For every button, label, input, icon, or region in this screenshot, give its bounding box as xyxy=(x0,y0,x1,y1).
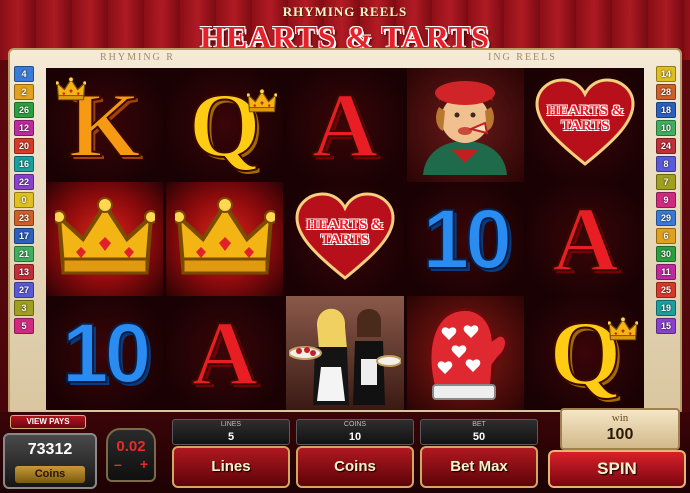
symbol-ten-number: 10 xyxy=(61,306,152,400)
coins-meter: COINS 10 xyxy=(296,419,414,445)
frame-banner-left: RHYMING R xyxy=(100,52,175,63)
coins-balance: 73312 Coins xyxy=(3,433,97,489)
bet-max-button[interactable]: Bet Max xyxy=(420,446,538,488)
coins-meter-value: 10 xyxy=(348,431,362,443)
reel-1-row-1-symbol-K: K xyxy=(46,68,164,182)
reel-1-row-3-symbol-10: 10 xyxy=(46,296,164,410)
coins-balance-value: 73312 xyxy=(27,441,73,458)
reel-3: A HEARTS & TARTS xyxy=(286,68,404,410)
payline-right-9[interactable]: 6 xyxy=(656,228,676,244)
payline-right-14[interactable]: 15 xyxy=(656,318,676,334)
payline-left-13[interactable]: 3 xyxy=(14,300,34,316)
payline-right-11[interactable]: 11 xyxy=(656,264,676,280)
reel-4-row-1-symbol-knave xyxy=(406,68,524,182)
payline-left-9[interactable]: 17 xyxy=(14,228,34,244)
reel-5-row-2-symbol-A: A xyxy=(526,182,645,296)
reel-5-row-3-symbol-Q: Q xyxy=(526,296,645,410)
reel-3-row-3-symbol-maids xyxy=(286,296,404,410)
payline-left-8[interactable]: 23 xyxy=(14,210,34,226)
payline-left-14[interactable]: 5 xyxy=(14,318,34,334)
coin-size-decrease-button[interactable]: – xyxy=(114,456,122,472)
payline-indicators-right: 14 28 18 10 24 8 7 9 29 6 30 11 25 19 15 xyxy=(656,66,676,334)
payline-left-4[interactable]: 20 xyxy=(14,138,34,154)
logo-text: HEARTS & TARTS xyxy=(546,103,625,134)
bet-meter-value: 50 xyxy=(472,431,486,443)
coin-size-selector: 0.02 – + xyxy=(106,428,156,482)
payline-right-5[interactable]: 8 xyxy=(656,156,676,172)
frame-banner: RHYMING R ING REELS xyxy=(40,50,650,68)
maids-character-icon xyxy=(288,297,402,410)
payline-right-8[interactable]: 29 xyxy=(656,210,676,226)
view-pays-button[interactable]: VIEW PAYS xyxy=(10,415,86,429)
crown-icon xyxy=(246,88,279,114)
win-value: 100 xyxy=(606,426,634,443)
reel-3-row-1-symbol-A: A xyxy=(286,68,404,182)
lines-button[interactable]: Lines xyxy=(172,446,290,488)
lines-meter-label: LINES xyxy=(220,421,242,428)
bet-meter-label: BET xyxy=(472,421,486,428)
reel-1-row-2-symbol-crown xyxy=(46,182,164,296)
reel-4: 10 xyxy=(406,68,524,410)
reel-4-row-2-symbol-10: 10 xyxy=(406,182,524,296)
coins-balance-label: Coins xyxy=(15,466,85,483)
payline-right-6[interactable]: 7 xyxy=(656,174,676,190)
crown-icon xyxy=(51,196,158,283)
reel-grid: K 10 Q A A HEARTS & TARTS 10 HEARTS & TARTS A Q xyxy=(46,68,645,410)
crown-icon xyxy=(55,76,87,102)
payline-right-12[interactable]: 25 xyxy=(656,282,676,298)
payline-left-0[interactable]: 4 xyxy=(14,66,34,82)
frame-banner-right: ING REELS xyxy=(488,52,557,63)
payline-right-3[interactable]: 10 xyxy=(656,120,676,136)
reel-3-row-2-symbol-logo: HEARTS & TARTS xyxy=(286,182,404,296)
symbol-a-letter: A xyxy=(551,188,619,290)
payline-left-6[interactable]: 22 xyxy=(14,174,34,190)
reel-2-row-2-symbol-crown xyxy=(166,182,284,296)
coin-size-increase-button[interactable]: + xyxy=(140,456,148,472)
payline-left-11[interactable]: 13 xyxy=(14,264,34,280)
symbol-a-letter: A xyxy=(311,74,379,176)
lines-meter-value: 5 xyxy=(227,431,235,443)
reel-4-row-3-symbol-oven-mitt xyxy=(406,296,524,410)
payline-right-0[interactable]: 14 xyxy=(656,66,676,82)
coins-meter-label: COINS xyxy=(343,421,367,428)
coin-size-value: 0.02 xyxy=(116,438,146,455)
payline-left-2[interactable]: 26 xyxy=(14,102,34,118)
knave-character-icon xyxy=(415,71,515,180)
payline-right-10[interactable]: 30 xyxy=(656,246,676,262)
payline-right-1[interactable]: 28 xyxy=(656,84,676,100)
payline-right-2[interactable]: 18 xyxy=(656,102,676,118)
reel-5: HEARTS & TARTS A Q xyxy=(526,68,645,410)
spin-button[interactable]: SPIN xyxy=(548,450,686,488)
win-display: win 100 xyxy=(560,408,680,450)
reel-2: QA xyxy=(166,68,284,410)
payline-indicators-left: 4 2 26 12 20 16 22 0 23 17 21 13 27 3 5 xyxy=(14,66,34,334)
game-subtitle: RHYMING REELS xyxy=(282,4,408,19)
win-label: win xyxy=(611,412,629,424)
payline-left-7[interactable]: 0 xyxy=(14,192,34,208)
symbol-a-letter: A xyxy=(191,302,259,404)
payline-right-7[interactable]: 9 xyxy=(656,192,676,208)
crown-icon xyxy=(171,196,278,283)
payline-right-4[interactable]: 24 xyxy=(656,138,676,154)
oven-mitt-icon xyxy=(415,299,515,408)
payline-left-12[interactable]: 27 xyxy=(14,282,34,298)
payline-right-13[interactable]: 19 xyxy=(656,300,676,316)
payline-left-10[interactable]: 21 xyxy=(14,246,34,262)
reel-5-row-1-symbol-logo: HEARTS & TARTS xyxy=(526,68,645,182)
payline-left-5[interactable]: 16 xyxy=(14,156,34,172)
reel-1: K 10 xyxy=(46,68,164,410)
symbol-ten-number: 10 xyxy=(421,192,512,286)
payline-left-1[interactable]: 2 xyxy=(14,84,34,100)
payline-left-3[interactable]: 12 xyxy=(14,120,34,136)
crown-icon xyxy=(607,316,639,342)
bet-meter: BET 50 xyxy=(420,419,538,445)
logo-text: HEARTS & TARTS xyxy=(306,217,384,248)
lines-meter: LINES 5 xyxy=(172,419,290,445)
reel-2-row-1-symbol-Q: Q xyxy=(166,68,284,182)
reel-2-row-3-symbol-A: A xyxy=(166,296,284,410)
coins-button[interactable]: Coins xyxy=(296,446,414,488)
